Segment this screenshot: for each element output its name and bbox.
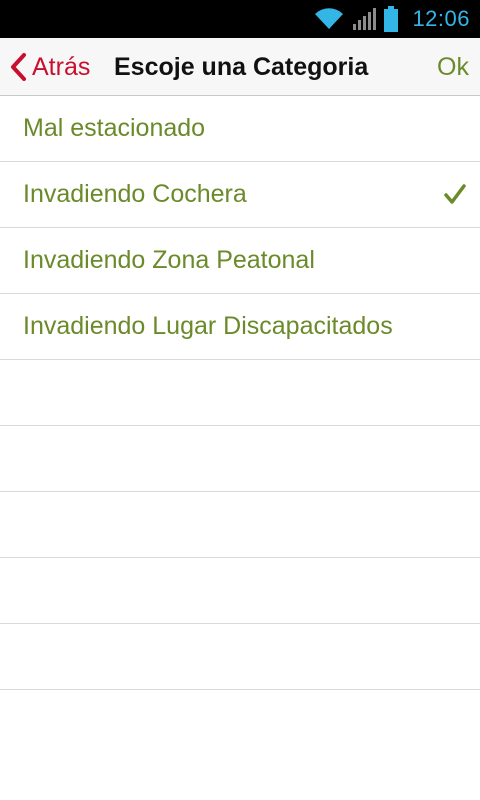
- empty-row: [0, 624, 480, 690]
- status-bar: 12:06: [0, 0, 480, 38]
- wifi-icon: [314, 7, 344, 31]
- page-title: Escoje una Categoria: [114, 52, 369, 81]
- category-label: Mal estacionado: [23, 114, 206, 142]
- category-list: Mal estacionado Invadiendo Cochera Invad…: [0, 96, 480, 690]
- category-label: Invadiendo Zona Peatonal: [23, 246, 315, 274]
- back-button[interactable]: Atrás: [10, 38, 90, 96]
- clock: 12:06: [412, 6, 470, 31]
- chevron-left-icon: [10, 53, 28, 81]
- navigation-bar: Atrás Escoje una Categoria Ok: [0, 38, 480, 96]
- category-item-mal-estacionado[interactable]: Mal estacionado: [0, 96, 480, 162]
- battery-icon: [384, 6, 399, 32]
- category-item-invadiendo-lugar-discapacitados[interactable]: Invadiendo Lugar Discapacitados: [0, 294, 480, 360]
- empty-row: [0, 360, 480, 426]
- signal-icon: [352, 7, 377, 31]
- empty-row: [0, 426, 480, 492]
- category-label: Invadiendo Cochera: [23, 180, 247, 208]
- ok-button[interactable]: Ok: [437, 38, 469, 96]
- back-label: Atrás: [32, 52, 91, 81]
- checkmark-icon: [444, 183, 466, 206]
- empty-row: [0, 492, 480, 558]
- category-label: Invadiendo Lugar Discapacitados: [23, 312, 393, 340]
- category-item-invadiendo-cochera[interactable]: Invadiendo Cochera: [0, 162, 480, 228]
- empty-row: [0, 558, 480, 624]
- category-item-invadiendo-zona-peatonal[interactable]: Invadiendo Zona Peatonal: [0, 228, 480, 294]
